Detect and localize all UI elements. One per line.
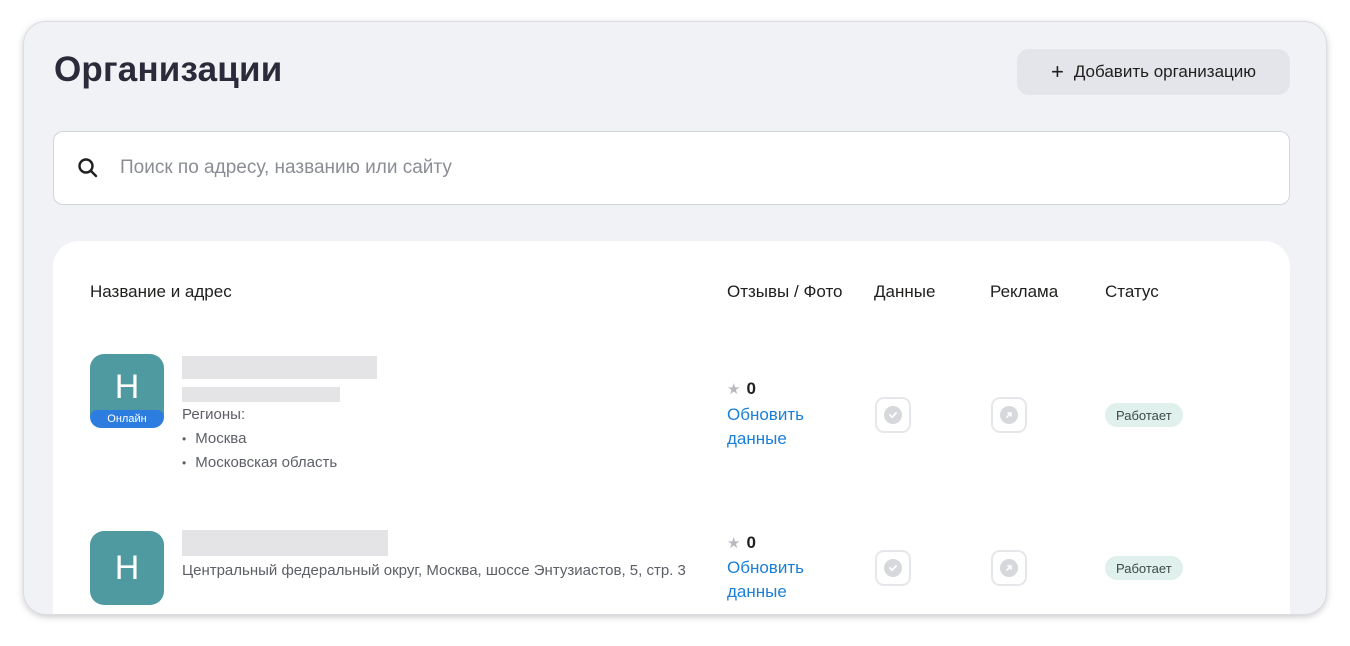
rating-value: 0 xyxy=(746,379,756,398)
rating: ★ 0 xyxy=(727,533,756,553)
organization-address: Центральный федеральный округ, Москва, ш… xyxy=(182,562,686,579)
search-input[interactable] xyxy=(120,157,1220,179)
online-badge: Онлайн xyxy=(90,410,164,428)
column-header-ads: Реклама xyxy=(990,282,1059,301)
rating: ★ 0 xyxy=(727,379,756,399)
update-data-link[interactable]: Обновить данные xyxy=(727,556,837,604)
data-status-icon[interactable] xyxy=(875,550,911,586)
ads-status-icon[interactable] xyxy=(991,397,1027,433)
star-icon: ★ xyxy=(727,381,741,398)
redacted-organization-name xyxy=(182,356,377,379)
avatar-letter: Н xyxy=(114,367,140,406)
table-row[interactable]: Н Онлайн Регионы: Москва Московская обла… xyxy=(53,351,1290,481)
status-badge: Работает xyxy=(1105,556,1183,580)
ads-status-icon[interactable] xyxy=(991,550,1027,586)
organization-avatar[interactable]: Н Онлайн xyxy=(90,354,164,428)
plus-icon: + xyxy=(1050,59,1064,84)
column-header-status: Статус xyxy=(1105,282,1159,301)
check-icon xyxy=(884,559,902,577)
column-header-reviews-photos: Отзывы / Фото xyxy=(727,282,843,301)
add-organization-label: Добавить организацию xyxy=(1073,62,1257,81)
organization-regions: Регионы: Москва Московская область xyxy=(182,403,337,475)
organization-avatar[interactable]: Н xyxy=(90,531,164,605)
star-icon: ★ xyxy=(727,535,741,552)
add-organization-button[interactable]: + Добавить организацию xyxy=(1017,49,1290,95)
search-icon xyxy=(78,158,98,178)
organizations-page: Организации + Добавить организацию Назва… xyxy=(24,22,1326,614)
column-header-name-address: Название и адрес xyxy=(90,282,232,301)
data-status-icon[interactable] xyxy=(875,397,911,433)
arrow-icon xyxy=(1000,406,1018,424)
rating-value: 0 xyxy=(746,533,756,552)
column-header-data: Данные xyxy=(874,282,936,301)
redacted-organization-subtitle xyxy=(182,387,340,402)
page-title: Организации xyxy=(54,50,283,89)
status-badge: Работает xyxy=(1105,403,1183,427)
check-icon xyxy=(884,406,902,424)
search-bar[interactable] xyxy=(53,131,1290,205)
arrow-icon xyxy=(1000,559,1018,577)
avatar-letter: Н xyxy=(114,548,140,587)
organizations-table: Название и адрес Отзывы / Фото Данные Ре… xyxy=(53,241,1290,614)
redacted-organization-name xyxy=(182,530,388,556)
table-row[interactable]: Н Центральный федеральный округ, Москва,… xyxy=(53,508,1290,614)
update-data-link[interactable]: Обновить данные xyxy=(727,403,837,451)
region-item: Москва xyxy=(182,427,337,451)
region-item: Московская область xyxy=(182,451,337,475)
regions-label: Регионы: xyxy=(182,406,246,423)
